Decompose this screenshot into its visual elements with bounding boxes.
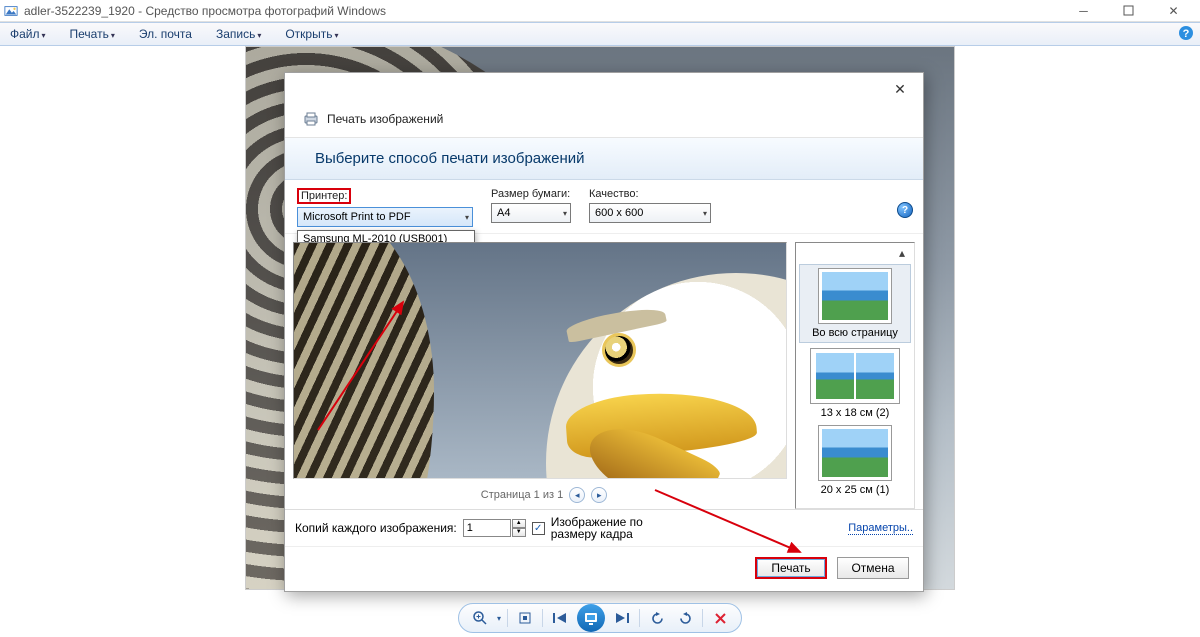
- cancel-button[interactable]: Отмена: [837, 557, 909, 579]
- template-scroll-up[interactable]: ▴: [894, 247, 910, 259]
- copies-up[interactable]: ▲: [512, 519, 526, 528]
- menu-email[interactable]: Эл. почта: [135, 25, 196, 43]
- maximize-button[interactable]: [1106, 0, 1151, 22]
- fit-frame-checkbox[interactable]: ✓: [532, 522, 545, 535]
- viewer-toolbar: ▾: [458, 603, 742, 633]
- dialog-help-icon[interactable]: ?: [897, 202, 913, 218]
- prev-page-button[interactable]: ◂: [569, 487, 585, 503]
- template-20x25[interactable]: 20 x 25 см (1): [800, 425, 910, 496]
- dialog-title: Печать изображений: [327, 112, 443, 126]
- print-preview: [293, 242, 787, 479]
- dialog-close-button[interactable]: ✕: [885, 77, 915, 101]
- next-image-icon[interactable]: [611, 607, 633, 629]
- copies-input[interactable]: [463, 519, 511, 537]
- menu-open[interactable]: Открыть▾: [281, 25, 342, 43]
- dialog-options-row: Принтер: Microsoft Print to PDF▾ Размер …: [285, 180, 923, 234]
- quality-combo[interactable]: 600 x 600▾: [589, 203, 711, 223]
- window-close-button[interactable]: ✕: [1151, 0, 1196, 22]
- menu-print[interactable]: Печать▾: [66, 25, 119, 43]
- copies-down[interactable]: ▼: [512, 528, 526, 537]
- rotate-cw-icon[interactable]: [674, 607, 696, 629]
- printer-label: Принтер:: [297, 188, 351, 204]
- template-13x18[interactable]: 13 x 18 см (2): [800, 348, 910, 419]
- zoom-in-icon[interactable]: [469, 607, 491, 629]
- menu-file[interactable]: Файл▾: [6, 25, 50, 43]
- quality-label: Качество:: [589, 188, 711, 200]
- app-icon: [4, 4, 18, 18]
- window-title: adler-3522239_1920 - Средство просмотра …: [24, 4, 386, 18]
- dialog-header: Печать изображений: [285, 105, 923, 138]
- options-link[interactable]: Параметры..: [848, 522, 913, 535]
- delete-icon[interactable]: [709, 607, 731, 629]
- copies-label: Копий каждого изображения:: [295, 521, 457, 535]
- actual-size-icon[interactable]: [514, 607, 536, 629]
- slideshow-button[interactable]: [577, 604, 605, 632]
- copies-spinner[interactable]: ▲▼: [463, 519, 526, 537]
- window-titlebar: adler-3522239_1920 - Средство просмотра …: [0, 0, 1200, 22]
- menubar: Файл▾ Печать▾ Эл. почта Запись▾ Открыть▾…: [0, 22, 1200, 46]
- paper-size-label: Размер бумаги:: [491, 188, 571, 200]
- print-dialog: ✕ Печать изображений Выберите способ печ…: [284, 72, 924, 592]
- prev-image-icon[interactable]: [549, 607, 571, 629]
- template-full-page[interactable]: Во всю страницу: [800, 265, 910, 342]
- fit-frame-label: Изображение поразмеру кадра: [551, 516, 643, 540]
- next-page-button[interactable]: ▸: [591, 487, 607, 503]
- layout-templates: ▴ Во всю страницу 13 x 18 см (2) 20 x 25…: [795, 242, 915, 509]
- dialog-banner: Выберите способ печати изображений: [285, 138, 923, 180]
- dialog-footer-options: Копий каждого изображения: ▲▼ ✓ Изображе…: [285, 509, 923, 546]
- help-icon[interactable]: ?: [1178, 25, 1194, 44]
- dialog-footer-buttons: Печать Отмена: [285, 546, 923, 591]
- printer-combo[interactable]: Microsoft Print to PDF▾: [297, 207, 473, 227]
- menu-burn[interactable]: Запись▾: [212, 25, 265, 43]
- paper-size-combo[interactable]: A4▾: [491, 203, 571, 223]
- rotate-ccw-icon[interactable]: [646, 607, 668, 629]
- page-indicator: Страница 1 из 1 ◂ ▸: [293, 487, 795, 503]
- minimize-button[interactable]: ─: [1061, 0, 1106, 22]
- print-button[interactable]: Печать: [755, 557, 827, 579]
- svg-text:?: ?: [1183, 28, 1190, 40]
